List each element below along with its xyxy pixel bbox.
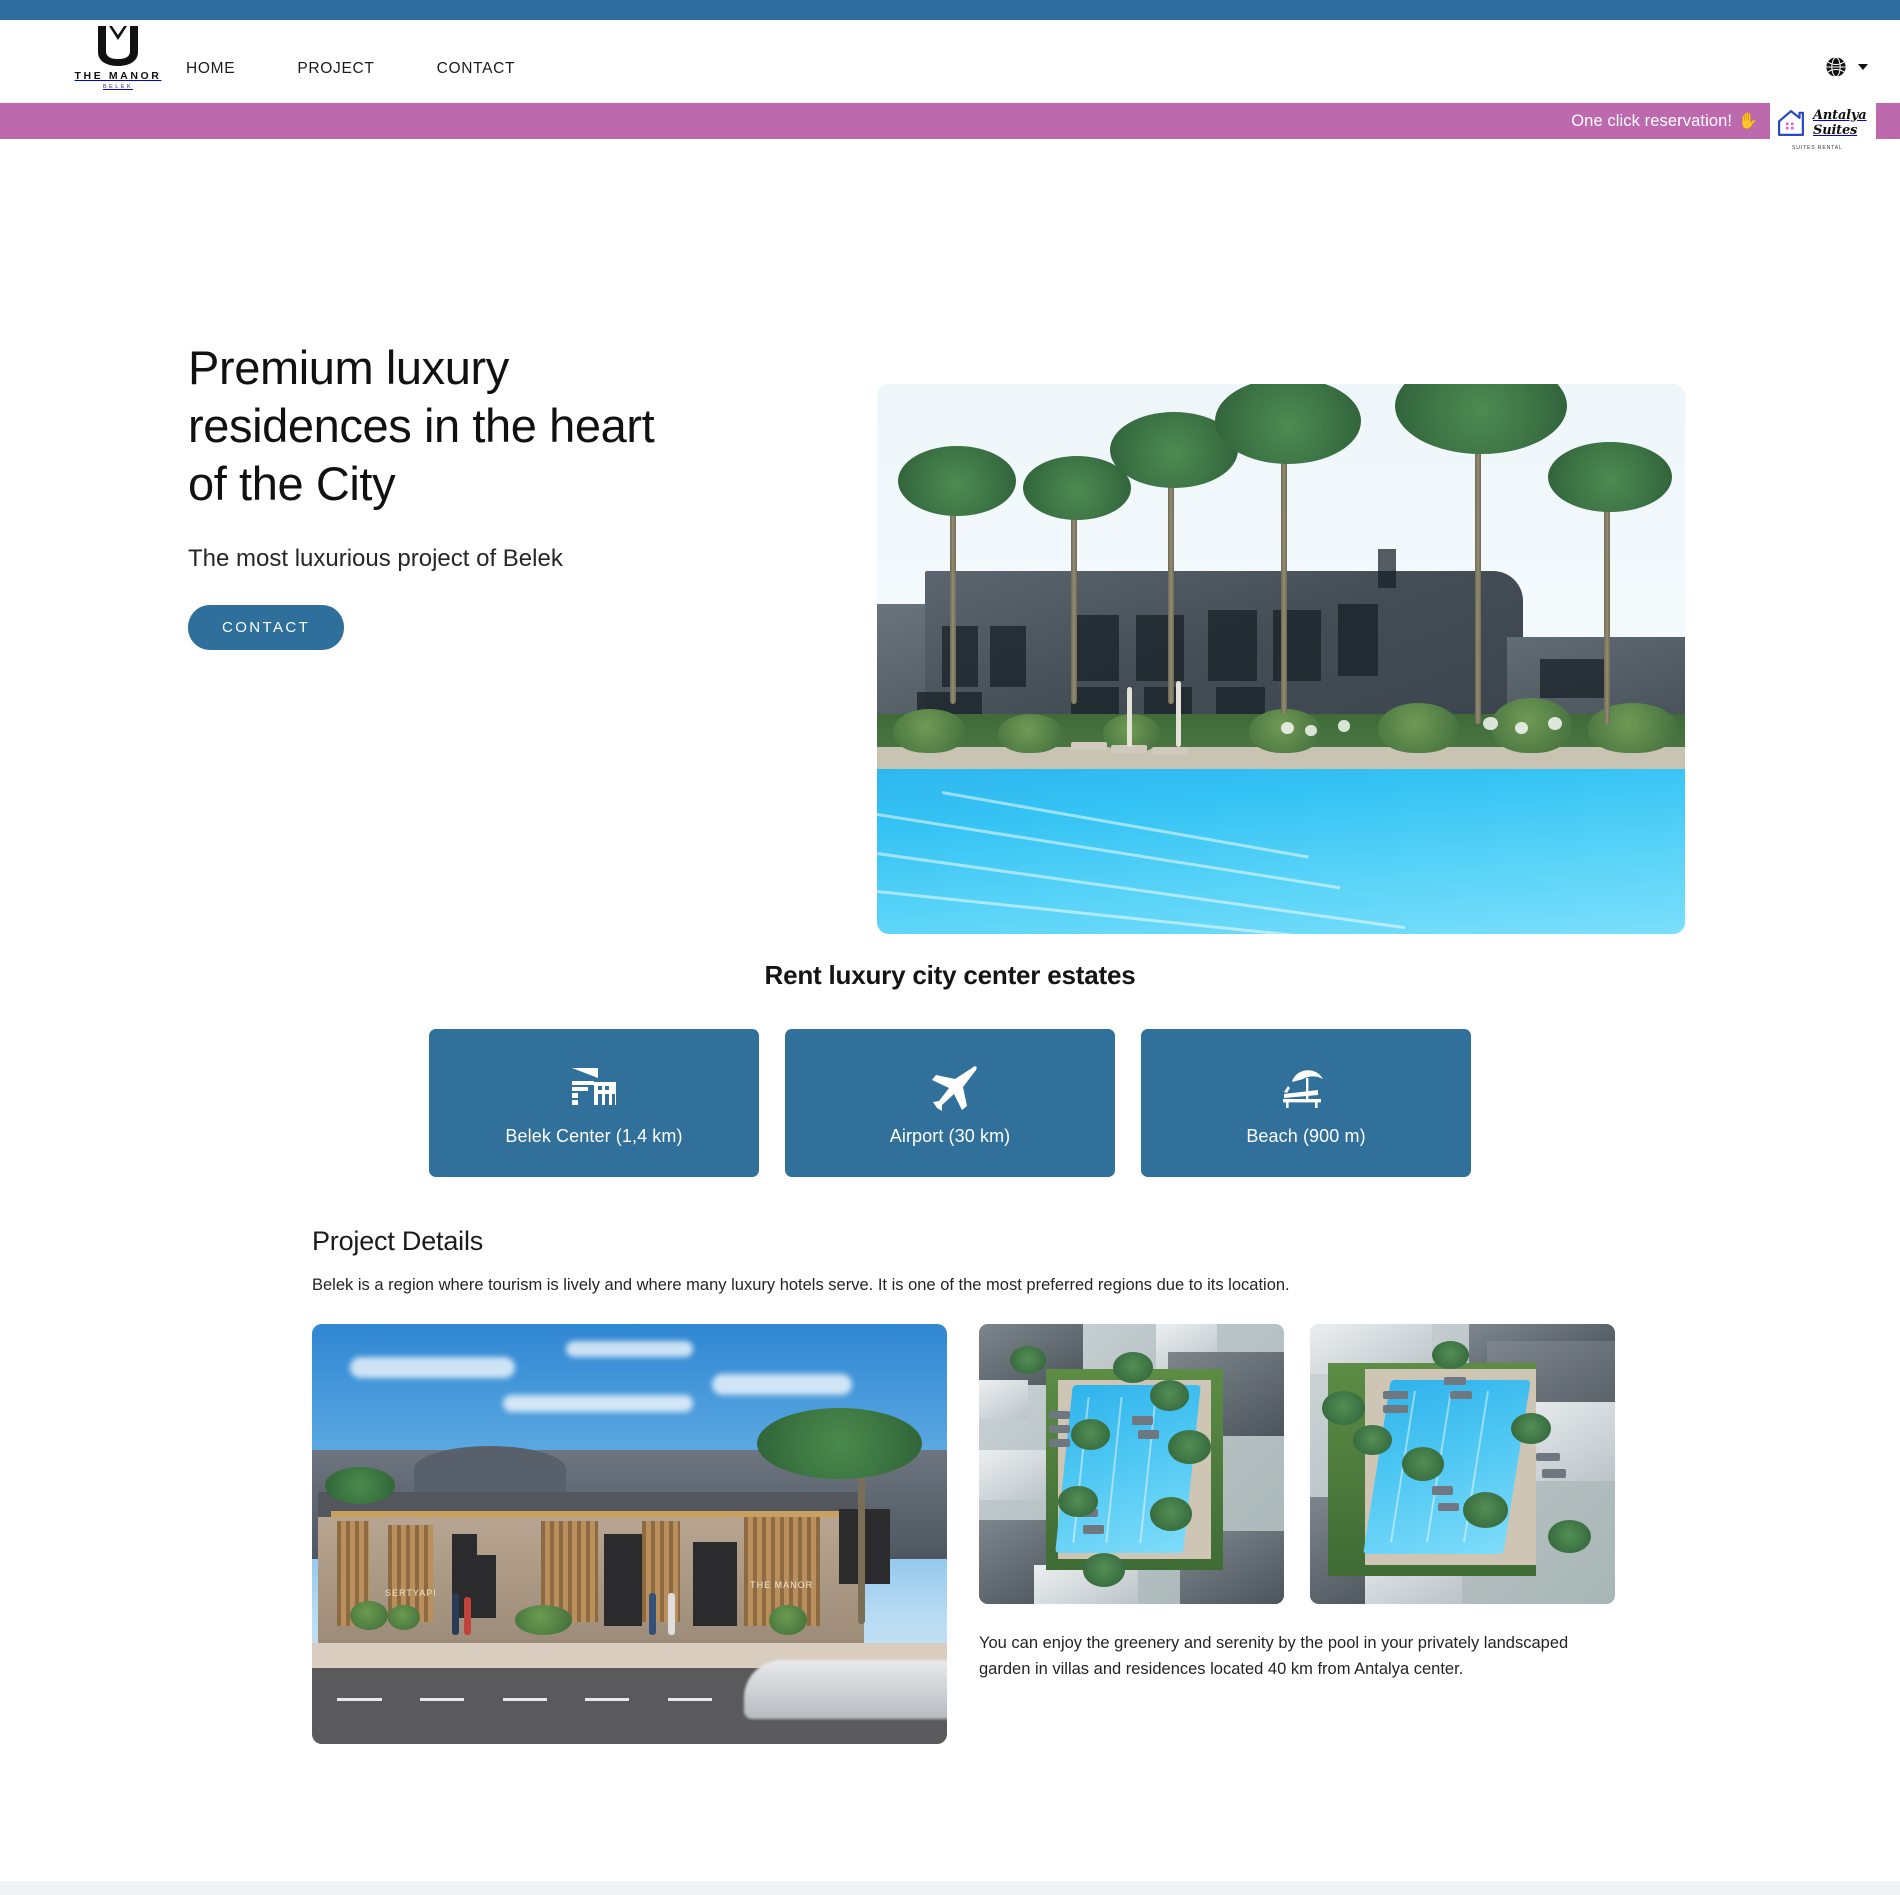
gallery-sign-sertyapi: SERTYAPI (385, 1588, 437, 1599)
globe-icon (1826, 57, 1846, 77)
page-bottom-strip (0, 1881, 1900, 1895)
person-figure (451, 1592, 459, 1635)
gallery-right-column: You can enjoy the greenery and serenity … (979, 1323, 1615, 1683)
beach-umbrella-lounger-icon (1278, 1060, 1334, 1112)
house-icon (1777, 109, 1805, 137)
project-gallery: SERTYAPI THE MANOR You can enjoy the gre… (312, 1323, 1615, 1744)
gallery-thumbnails (979, 1323, 1615, 1604)
main-navigation: HOME PROJECT CONTACT (186, 56, 515, 82)
info-card-beach[interactable]: Beach (900 m) (1141, 1029, 1471, 1177)
chevron-down-icon (1858, 64, 1868, 70)
project-details-title: Project Details (312, 1226, 484, 1256)
manor-m-monogram-icon (98, 26, 138, 66)
partner-line-1: Antalya (1813, 108, 1867, 123)
city-buildings-icon (568, 1060, 620, 1112)
nav-item-project[interactable]: PROJECT (297, 56, 374, 82)
hero-title: Premium luxury residences in the heart o… (188, 341, 655, 510)
person-figure (464, 1596, 472, 1635)
info-card-belek-center[interactable]: Belek Center (1,4 km) (429, 1029, 759, 1177)
hero-subtitle: The most luxurious project of Belek (188, 545, 563, 573)
estates-title: Rent luxury city center estates (764, 960, 1136, 990)
estates-section: Rent luxury city center estates Belek Ce… (0, 960, 1900, 1177)
hero-contact-button[interactable]: CONTACT (188, 605, 345, 651)
nav-item-contact[interactable]: CONTACT (437, 56, 516, 82)
person-figure (648, 1592, 656, 1635)
info-cards-row: Belek Center (1,4 km) Airport (30 km) Be… (0, 1029, 1900, 1177)
browser-top-bar (0, 0, 1900, 20)
promo-text: One click reservation! (1571, 111, 1733, 130)
person-figure (667, 1592, 675, 1635)
brand-logo[interactable]: THE MANOR BELEK (58, 24, 178, 90)
partner-wordmark: Antalya Suites (1813, 108, 1867, 138)
hero-section: Premium luxury residences in the heart o… (0, 139, 1900, 934)
hero-copy: Premium luxury residences in the heart o… (188, 339, 658, 651)
project-details-section: Project Details Belek is a region where … (312, 1226, 1615, 1744)
gallery-image-aerial-2[interactable] (1310, 1323, 1615, 1604)
site-header: THE MANOR BELEK HOME PROJECT CONTACT (0, 20, 1900, 103)
info-card-label: Airport (30 km) (889, 1125, 1011, 1146)
gallery-image-street-view[interactable]: SERTYAPI THE MANOR (312, 1323, 947, 1744)
airplane-icon (922, 1060, 978, 1112)
gallery-image-aerial-1[interactable] (979, 1323, 1284, 1604)
partner-line-2: Suites (1813, 123, 1858, 138)
info-card-airport[interactable]: Airport (30 km) (785, 1029, 1115, 1177)
brand-sub: BELEK (102, 84, 134, 90)
language-switcher[interactable] (1825, 56, 1868, 78)
brand-name: THE MANOR (74, 70, 162, 82)
raised-hand-icon: ✋ (1738, 113, 1758, 130)
project-details-caption: You can enjoy the greenery and serenity … (979, 1633, 1569, 1679)
info-card-label: Belek Center (1,4 km) (505, 1125, 683, 1146)
nav-item-home[interactable]: HOME (186, 56, 235, 82)
hero-image (877, 384, 1685, 934)
project-details-lead: Belek is a region where tourism is livel… (312, 1276, 1290, 1294)
info-card-label: Beach (900 m) (1246, 1125, 1366, 1146)
page-root: THE MANOR BELEK HOME PROJECT CONTACT One… (0, 0, 1900, 1895)
promo-banner[interactable]: One click reservation! ✋ (0, 103, 1900, 139)
gallery-sign-the-manor: THE MANOR (750, 1579, 814, 1590)
